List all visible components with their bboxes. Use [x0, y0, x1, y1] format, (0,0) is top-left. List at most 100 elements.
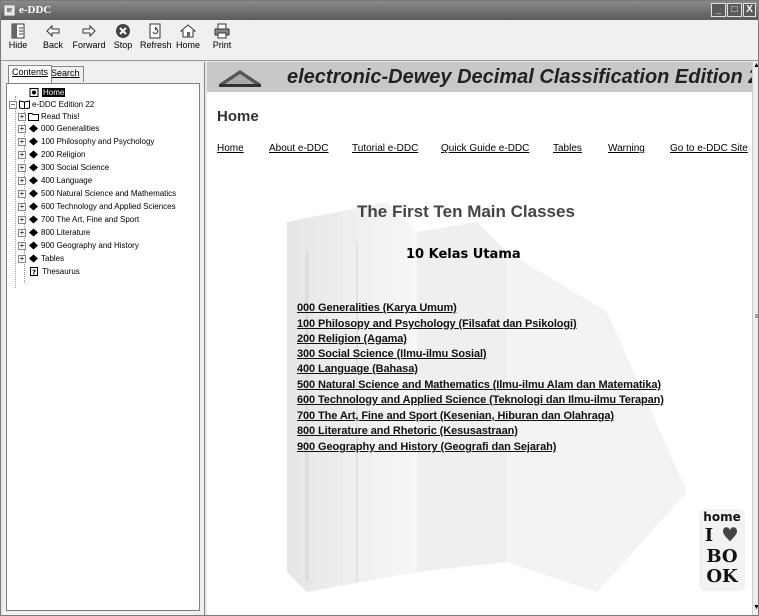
expand-toggle[interactable]: +	[18, 137, 26, 146]
expand-toggle[interactable]: +	[18, 112, 26, 121]
home-button[interactable]: Home	[175, 23, 201, 50]
main-classes-subtitle: 10 Kelas Utama	[406, 247, 521, 262]
back-label: Back	[42, 40, 63, 50]
refresh-button[interactable]: Refresh	[140, 23, 172, 50]
ddc-logo-icon	[219, 70, 261, 87]
nav-link-about[interactable]: About e-DDC	[269, 143, 328, 154]
help-page-icon	[29, 88, 39, 98]
nav-link-warning[interactable]: Warning	[608, 143, 645, 154]
expand-toggle[interactable]: +	[18, 189, 26, 198]
tree-item-thesaurus[interactable]: ? Thesaurus	[29, 266, 80, 278]
class-link-200[interactable]: 200 Religion (Agama)	[297, 333, 407, 345]
tree-item-root[interactable]: − e-DDC Edition 22	[9, 99, 94, 111]
forward-label: Forward	[72, 40, 106, 50]
minimize-button[interactable]: _	[711, 3, 726, 17]
expand-toggle[interactable]: +	[18, 228, 26, 237]
contents-tree[interactable]: Home − e-DDC Edition 22 + Read This! +000 …	[6, 83, 200, 611]
class-link-800[interactable]: 800 Literature and Rhetoric (Kesusastraa…	[297, 425, 518, 437]
hide-icon	[11, 23, 25, 39]
scroll-thumb[interactable]: ≡	[753, 314, 758, 324]
class-link-400[interactable]: 400 Language (Bahasa)	[297, 363, 418, 375]
closed-book-icon	[29, 176, 38, 185]
maximize-button[interactable]: □	[727, 3, 742, 17]
tree-item[interactable]: +400 Language	[18, 175, 92, 187]
expand-toggle[interactable]: +	[18, 176, 26, 185]
class-link-300[interactable]: 300 Social Science (Ilmu-ilmu Sosial)	[297, 348, 487, 360]
tree-label: 300 Social Science	[41, 163, 110, 172]
tree-label: 700 The Art, Fine and Sport	[41, 215, 140, 224]
home-i-love-book-logo: home I BO OK	[699, 509, 745, 591]
nav-link-quick-guide[interactable]: Quick Guide e-DDC	[441, 143, 529, 154]
tree-label: 500 Natural Science and Mathematics	[41, 189, 177, 198]
window-title: e-DDC	[19, 4, 52, 16]
tree-label: 900 Geography and History	[41, 241, 139, 250]
refresh-icon	[149, 23, 161, 39]
tree-item[interactable]: + Tables	[18, 253, 64, 265]
tree-label: 600 Technology and Applied Sciences	[41, 202, 176, 211]
content-pane: electronic-Dewey Decimal Classification …	[207, 62, 752, 615]
tree-item-home[interactable]: Home	[29, 87, 66, 99]
back-button[interactable]: Back	[41, 23, 65, 50]
tree-item[interactable]: +200 Religion	[18, 149, 85, 161]
tree-item[interactable]: +900 Geography and History	[18, 240, 139, 252]
page-title: Home	[217, 108, 259, 125]
title-bar: e-DDC _ □ X	[1, 1, 758, 20]
nav-link-tutorial[interactable]: Tutorial e-DDC	[352, 143, 418, 154]
tree-connector	[15, 96, 16, 288]
tree-item[interactable]: +100 Philosophy and Psychology	[18, 136, 154, 148]
tree-item[interactable]: +500 Natural Science and Mathematics	[18, 188, 176, 200]
tab-search[interactable]: Search	[47, 66, 84, 82]
collapse-toggle[interactable]: −	[9, 100, 17, 109]
closed-book-icon	[29, 202, 38, 211]
badge-line-home: home	[703, 510, 740, 524]
badge-line-ok: OK	[706, 566, 739, 587]
tab-contents[interactable]: Contents	[8, 65, 53, 83]
tree-label-root: e-DDC Edition 22	[32, 100, 95, 109]
forward-button[interactable]: Forward	[71, 23, 107, 50]
class-link-500[interactable]: 500 Natural Science and Mathematics (Ilm…	[297, 379, 661, 391]
closed-book-icon	[29, 150, 38, 159]
tree-label-thesaurus: Thesaurus	[42, 267, 80, 276]
printer-icon	[214, 23, 230, 39]
expand-toggle[interactable]: +	[18, 215, 26, 224]
expand-toggle[interactable]: +	[18, 202, 26, 211]
closed-book-icon	[29, 228, 38, 237]
closed-book-icon	[29, 241, 38, 250]
folder-icon	[28, 113, 39, 122]
tree-item[interactable]: +300 Social Science	[18, 162, 109, 174]
stop-button[interactable]: Stop	[111, 23, 135, 50]
tree-item[interactable]: +600 Technology and Applied Sciences	[18, 201, 176, 213]
tree-item[interactable]: +700 The Art, Fine and Sport	[18, 214, 139, 226]
scroll-up-icon[interactable]: ▲	[753, 62, 758, 72]
forward-arrow-icon	[82, 24, 96, 38]
app-heading: electronic-Dewey Decimal Classification …	[287, 66, 752, 88]
hide-button[interactable]: Hide	[7, 23, 29, 50]
nav-link-home[interactable]: Home	[217, 143, 244, 154]
expand-toggle[interactable]: +	[18, 150, 26, 159]
scroll-down-icon[interactable]: ▼	[753, 604, 758, 614]
vertical-scrollbar[interactable]: ▲ ≡ ▼	[752, 62, 758, 615]
main-classes-title: The First Ten Main Classes	[357, 202, 575, 221]
closed-book-icon	[29, 137, 38, 146]
nav-link-tables[interactable]: Tables	[553, 143, 582, 154]
expand-toggle[interactable]: +	[18, 254, 26, 263]
tree-item[interactable]: +800 Literature	[18, 227, 90, 239]
nav-link-site[interactable]: Go to e-DDC Site	[670, 143, 748, 154]
print-label: Print	[212, 40, 232, 50]
print-button[interactable]: Print	[211, 23, 233, 50]
stop-label: Stop	[113, 40, 133, 50]
expand-toggle[interactable]: +	[18, 124, 26, 133]
tree-item[interactable]: + Read This!	[18, 111, 80, 123]
expand-toggle[interactable]: +	[18, 241, 26, 250]
home-icon	[180, 24, 196, 38]
class-link-900[interactable]: 900 Geography and History (Geografi dan …	[297, 441, 556, 453]
class-link-000[interactable]: 000 Generalities (Karya Umum)	[297, 302, 457, 314]
closed-book-icon	[29, 189, 38, 198]
class-link-100[interactable]: 100 Philosopy and Psychology (Filsafat d…	[297, 318, 577, 330]
hide-label: Hide	[8, 40, 28, 50]
expand-toggle[interactable]: +	[18, 163, 26, 172]
tree-item[interactable]: +000 Generalities	[18, 123, 99, 135]
close-button[interactable]: X	[743, 3, 756, 17]
class-link-700[interactable]: 700 The Art, Fine and Sport (Kesenian, H…	[297, 410, 614, 422]
class-link-600[interactable]: 600 Technology and Applied Science (Tekn…	[297, 394, 664, 406]
